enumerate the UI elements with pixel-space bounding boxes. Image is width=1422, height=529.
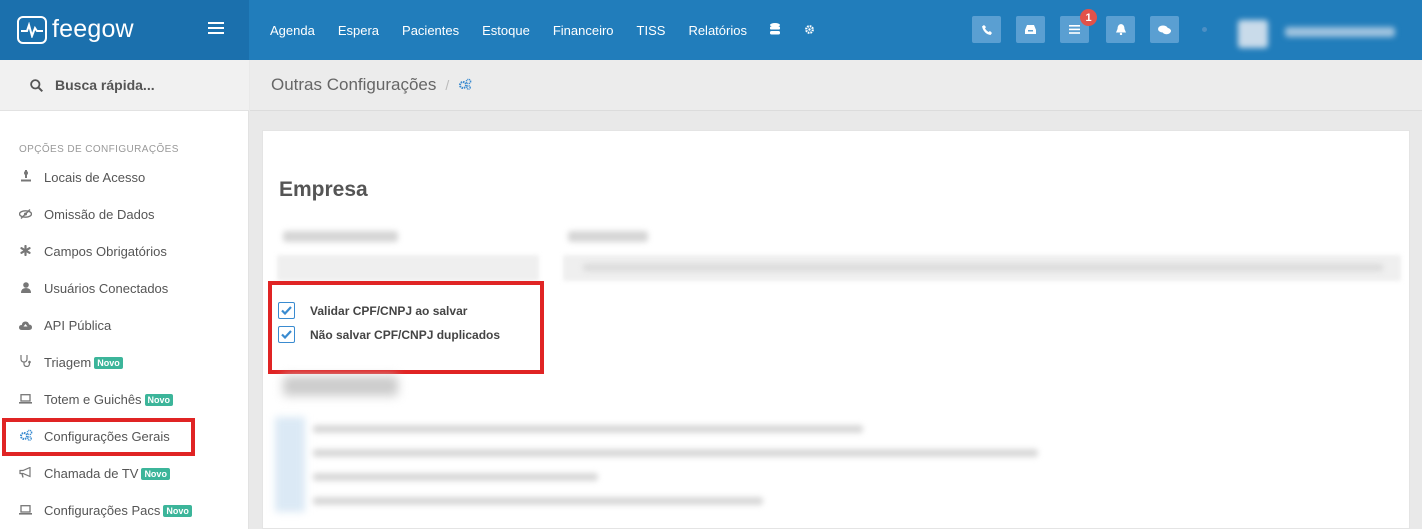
user-name-blurred[interactable] xyxy=(1285,27,1395,37)
settings-menu: Locais de Acesso Omissão de Dados Campos… xyxy=(0,159,249,529)
brand-name[interactable]: feegow xyxy=(52,15,134,44)
asterisk-icon xyxy=(19,244,32,259)
list-icon xyxy=(1069,25,1080,34)
nav-item-relatorios[interactable]: Relatórios xyxy=(688,23,747,38)
database-icon[interactable] xyxy=(769,22,780,38)
highlight-annotation xyxy=(2,418,195,456)
blurred-label xyxy=(568,231,648,242)
new-badge: Novo xyxy=(163,504,192,517)
blurred-callout xyxy=(275,417,305,512)
tasks-button[interactable]: 1 xyxy=(1060,9,1097,43)
breadcrumb-separator: / xyxy=(445,77,450,93)
blurred-heading xyxy=(283,376,398,396)
sidebar-item-label: Locais de Acesso xyxy=(44,170,146,185)
settings-panel: Empresa Validar CPF/CNPJ ao salvar Não s… xyxy=(262,130,1410,529)
sidebar-item-api-publica[interactable]: API Pública xyxy=(0,307,249,344)
bell-icon xyxy=(1115,24,1126,35)
sidebar-item-triagem[interactable]: Triagem Novo xyxy=(0,344,249,381)
sidebar-item-label: Configurações Pacs xyxy=(44,503,161,518)
nav-item-agenda[interactable]: Agenda xyxy=(270,23,315,38)
blurred-input xyxy=(277,255,539,281)
brand-area: feegow xyxy=(0,0,249,60)
avatar[interactable] xyxy=(1238,20,1268,48)
chat-icon xyxy=(1158,25,1171,34)
new-badge: Novo xyxy=(94,356,123,369)
nav-item-tiss[interactable]: TISS xyxy=(637,23,666,38)
sidebar: Busca rápida... OPÇÕES DE CONFIGURAÇÕES … xyxy=(0,60,249,529)
blurred-text xyxy=(313,473,598,481)
blurred-text xyxy=(313,425,863,433)
sidebar-item-label: Campos Obrigatórios xyxy=(44,244,167,259)
cloud-icon xyxy=(19,319,32,333)
sidebar-item-label: Omissão de Dados xyxy=(44,207,155,222)
blurred-text xyxy=(313,449,1038,457)
sidebar-item-chamada-de-tv[interactable]: Chamada de TV Novo xyxy=(0,455,249,492)
nav-item-pacientes[interactable]: Pacientes xyxy=(402,23,459,38)
blurred-label xyxy=(283,231,398,242)
section-title: Empresa xyxy=(279,178,368,201)
section-label: OPÇÕES DE CONFIGURAÇÕES xyxy=(19,144,179,155)
notification-badge: 1 xyxy=(1080,9,1097,26)
breadcrumb: Outras Configurações / xyxy=(250,60,1422,111)
blurred-text xyxy=(583,264,1383,271)
chat-button[interactable] xyxy=(1150,16,1179,43)
new-badge: Novo xyxy=(141,467,170,480)
bullhorn-icon xyxy=(19,466,32,481)
phone-button[interactable] xyxy=(972,16,1001,43)
sidebar-item-campos-obrigatorios[interactable]: Campos Obrigatórios xyxy=(0,233,249,270)
eye-slash-icon xyxy=(18,208,33,222)
phone-icon xyxy=(981,24,992,35)
logo-icon xyxy=(17,16,47,44)
search-placeholder[interactable]: Busca rápida... xyxy=(55,77,155,93)
gear-icon[interactable] xyxy=(804,23,815,38)
sidebar-item-totem-e-guiches[interactable]: Totem e Guichês Novo xyxy=(0,381,249,418)
main-nav: Agenda Espera Pacientes Estoque Financei… xyxy=(270,0,839,60)
notifications-button[interactable] xyxy=(1106,16,1135,43)
menu-toggle-icon[interactable] xyxy=(208,22,224,36)
sidebar-item-usuarios-conectados[interactable]: Usuários Conectados xyxy=(0,270,249,307)
inbox-icon xyxy=(1025,25,1036,34)
page-title: Outras Configurações xyxy=(271,75,437,94)
blurred-text xyxy=(313,497,763,505)
sidebar-item-configuracoes-pacs[interactable]: Configurações Pacs Novo xyxy=(0,492,249,529)
nav-item-financeiro[interactable]: Financeiro xyxy=(553,23,614,38)
laptop-icon xyxy=(19,393,32,407)
highlight-annotation xyxy=(268,281,544,374)
top-navbar: feegow Agenda Espera Pacientes Estoque F… xyxy=(0,0,1422,60)
nav-item-espera[interactable]: Espera xyxy=(338,23,379,38)
new-badge: Novo xyxy=(144,393,174,406)
sidebar-item-label: Totem e Guichês xyxy=(44,392,142,407)
nav-item-estoque[interactable]: Estoque xyxy=(482,23,530,38)
sidebar-item-label: Chamada de TV xyxy=(44,466,139,481)
quick-search[interactable]: Busca rápida... xyxy=(0,60,249,111)
laptop-icon xyxy=(19,504,32,518)
stethoscope-icon xyxy=(19,355,32,370)
sidebar-item-label: Usuários Conectados xyxy=(44,281,169,296)
sidebar-item-omissao-de-dados[interactable]: Omissão de Dados xyxy=(0,196,249,233)
sidebar-item-label: Triagem xyxy=(44,355,92,370)
search-icon xyxy=(30,78,44,92)
cogs-icon[interactable] xyxy=(458,78,472,93)
map-pin-icon xyxy=(19,170,32,185)
sidebar-item-label: API Pública xyxy=(44,318,112,333)
user-icon xyxy=(19,281,32,296)
sidebar-item-locais-de-acesso[interactable]: Locais de Acesso xyxy=(0,159,249,196)
status-dot xyxy=(1202,27,1207,32)
inbox-button[interactable] xyxy=(1016,16,1045,43)
